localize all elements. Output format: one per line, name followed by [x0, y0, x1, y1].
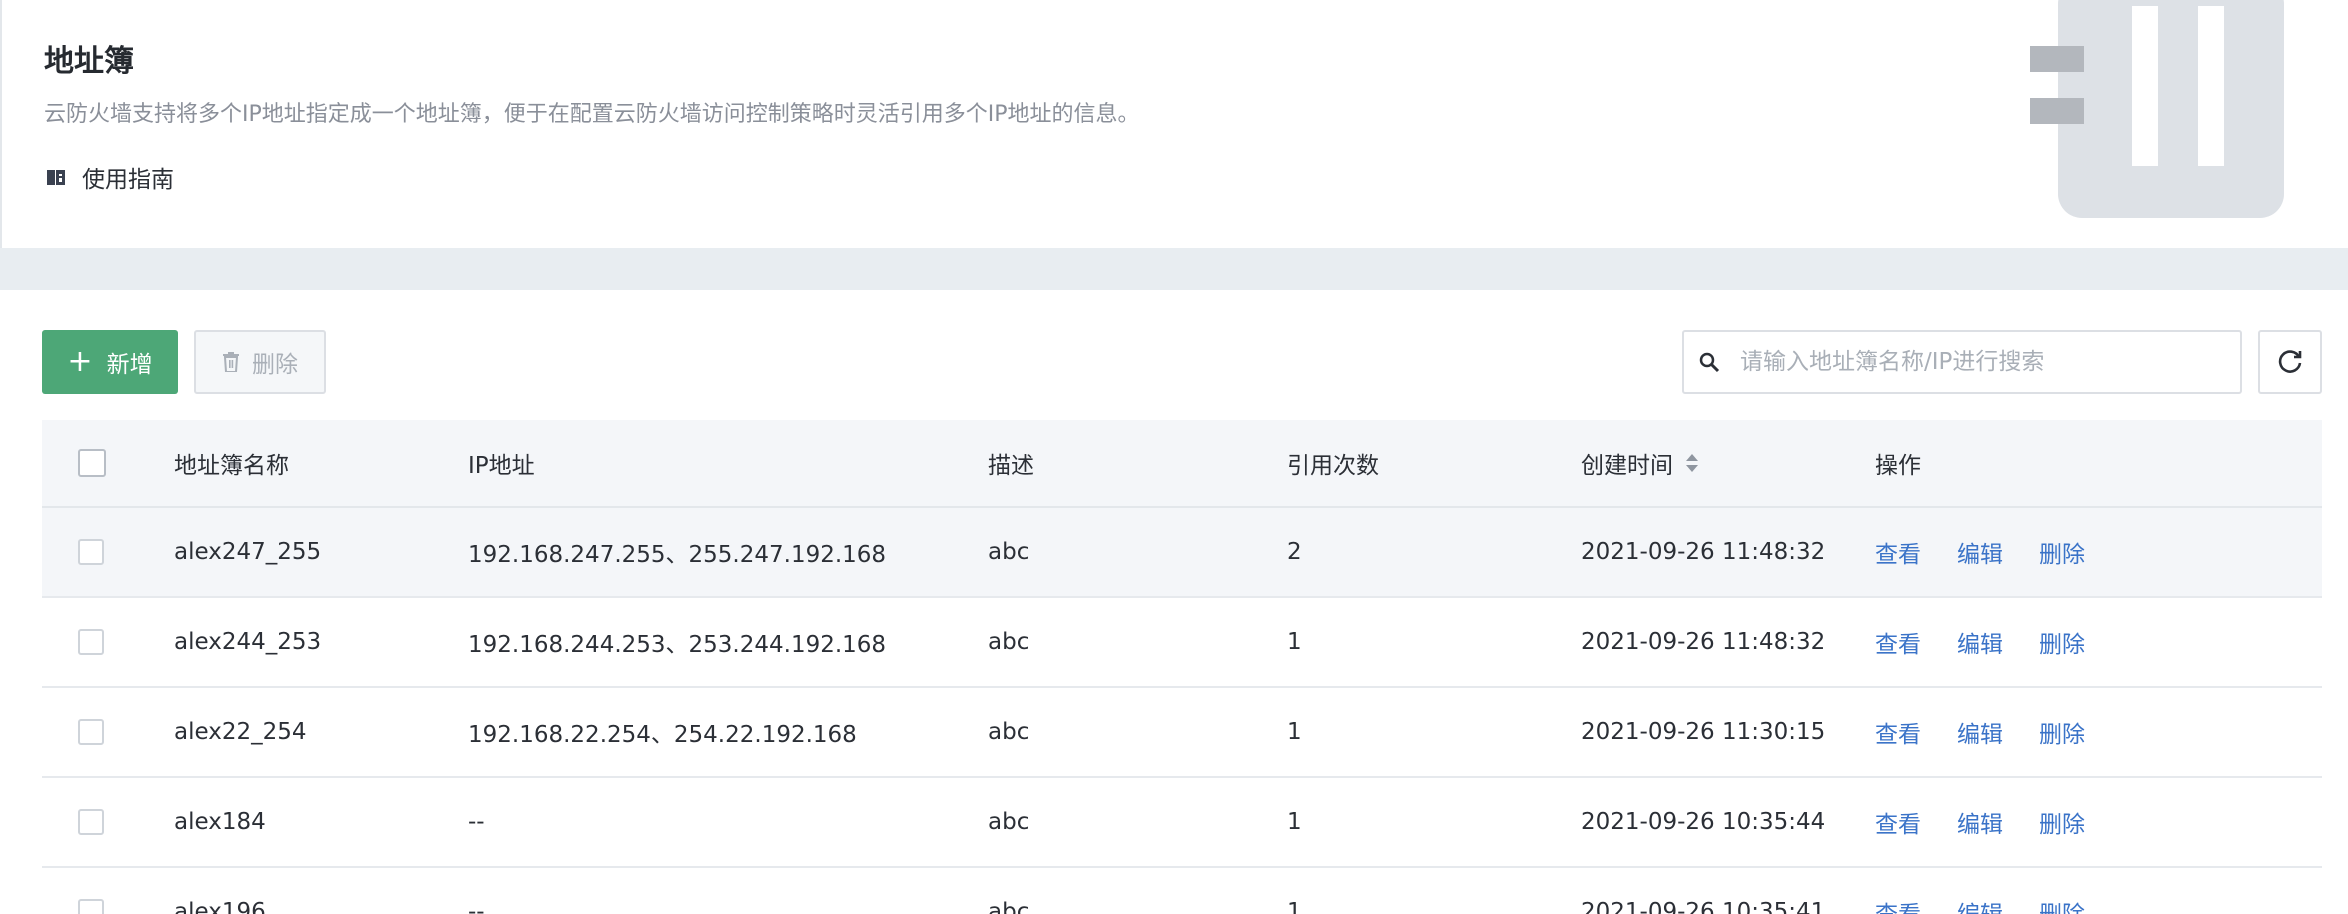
delete-link[interactable]: 删除 — [2039, 895, 2085, 914]
cell-time: 2021-09-26 11:48:32 — [1581, 629, 1826, 655]
refresh-icon — [2278, 350, 2302, 373]
page-description: 云防火墙支持将多个IP地址指定成一个地址簿，便于在配置云防火墙访问控制策略时灵活… — [44, 102, 1140, 127]
cell-desc: abc — [988, 539, 1030, 565]
cell-name: alex196 — [174, 899, 266, 914]
column-header-ops: 操作 — [1875, 453, 1921, 479]
row-checkbox[interactable] — [78, 809, 104, 835]
row-checkbox[interactable] — [78, 629, 104, 655]
cell-desc: abc — [988, 629, 1030, 655]
delete-link[interactable]: 删除 — [2039, 535, 2085, 569]
cell-desc: abc — [988, 809, 1030, 835]
book-icon — [47, 170, 65, 185]
cell-name: alex184 — [174, 809, 266, 835]
user-guide-link[interactable]: 使用指南 — [44, 160, 174, 194]
add-button[interactable]: + 新增 — [42, 330, 178, 394]
cell-desc: abc — [988, 719, 1030, 745]
cell-ref: 1 — [1287, 719, 1302, 745]
edit-link[interactable]: 编辑 — [1957, 535, 2003, 569]
cell-time: 2021-09-26 10:35:41 — [1581, 899, 1826, 914]
row-checkbox[interactable] — [78, 719, 104, 745]
cell-name: alex22_254 — [174, 719, 307, 745]
row-checkbox[interactable] — [78, 539, 104, 565]
search-box — [1682, 330, 2242, 394]
column-header-desc: 描述 — [988, 453, 1034, 479]
cell-ref: 1 — [1287, 629, 1302, 655]
cell-name: alex247_255 — [174, 539, 322, 565]
cell-time: 2021-09-26 11:48:32 — [1581, 539, 1826, 565]
edit-link[interactable]: 编辑 — [1957, 805, 2003, 839]
address-book-table: 地址簿名称 IP地址 描述 引用次数 创建时间 操作 alex247_255 1… — [42, 420, 2322, 914]
column-header-ip: IP地址 — [468, 453, 535, 479]
cell-ip: -- — [468, 899, 485, 914]
cell-ref: 2 — [1287, 539, 1302, 565]
content-panel: + 新增 删除 地址簿名称 IP地址 描 — [0, 290, 2348, 914]
refresh-button[interactable] — [2258, 330, 2322, 394]
edit-link[interactable]: 编辑 — [1957, 625, 2003, 659]
column-header-ref: 引用次数 — [1287, 453, 1379, 479]
table-row: alex22_254 192.168.22.254、254.22.192.168… — [42, 688, 2322, 778]
cell-ip: 192.168.22.254、254.22.192.168 — [468, 722, 857, 748]
table-row: alex196 -- abc 1 2021-09-26 10:35:41 查看 … — [42, 868, 2322, 914]
search-input[interactable] — [1738, 348, 2202, 376]
select-all-checkbox[interactable] — [78, 449, 106, 477]
header-illustration — [2030, 0, 2284, 218]
add-button-label: 新增 — [106, 352, 153, 378]
cell-ip: 192.168.244.253、253.244.192.168 — [468, 632, 887, 658]
view-link[interactable]: 查看 — [1875, 625, 1921, 659]
row-checkbox[interactable] — [78, 899, 104, 914]
plus-icon: + — [67, 344, 93, 379]
cell-ref: 1 — [1287, 809, 1302, 835]
table-row: alex184 -- abc 1 2021-09-26 10:35:44 查看 … — [42, 778, 2322, 868]
cell-name: alex244_253 — [174, 629, 322, 655]
table-header: 地址簿名称 IP地址 描述 引用次数 创建时间 操作 — [42, 420, 2322, 508]
view-link[interactable]: 查看 — [1875, 715, 1921, 749]
cell-ref: 1 — [1287, 899, 1302, 914]
column-header-name: 地址簿名称 — [174, 453, 289, 479]
sort-icon[interactable] — [1685, 453, 1699, 473]
column-header-time-label: 创建时间 — [1581, 453, 1673, 479]
view-link[interactable]: 查看 — [1875, 805, 1921, 839]
search-icon — [1698, 351, 1720, 373]
cell-ip: -- — [468, 809, 485, 835]
user-guide-label: 使用指南 — [82, 167, 174, 193]
view-link[interactable]: 查看 — [1875, 895, 1921, 914]
delete-button[interactable]: 删除 — [194, 330, 326, 394]
page-header: 地址簿 云防火墙支持将多个IP地址指定成一个地址簿，便于在配置云防火墙访问控制策… — [0, 0, 2348, 248]
trash-icon — [223, 352, 239, 372]
table-row: alex244_253 192.168.244.253、253.244.192.… — [42, 598, 2322, 688]
cell-time: 2021-09-26 10:35:44 — [1581, 809, 1826, 835]
view-link[interactable]: 查看 — [1875, 535, 1921, 569]
cell-ip: 192.168.247.255、255.247.192.168 — [468, 542, 887, 568]
table-row: alex247_255 192.168.247.255、255.247.192.… — [42, 508, 2322, 598]
page-title: 地址簿 — [44, 44, 134, 79]
column-header-time[interactable]: 创建时间 — [1581, 420, 1699, 506]
edit-link[interactable]: 编辑 — [1957, 895, 2003, 914]
cell-desc: abc — [988, 899, 1030, 914]
cell-time: 2021-09-26 11:30:15 — [1581, 719, 1826, 745]
edit-link[interactable]: 编辑 — [1957, 715, 2003, 749]
delete-link[interactable]: 删除 — [2039, 805, 2085, 839]
delete-button-label: 删除 — [252, 352, 298, 378]
delete-link[interactable]: 删除 — [2039, 715, 2085, 749]
delete-link[interactable]: 删除 — [2039, 625, 2085, 659]
